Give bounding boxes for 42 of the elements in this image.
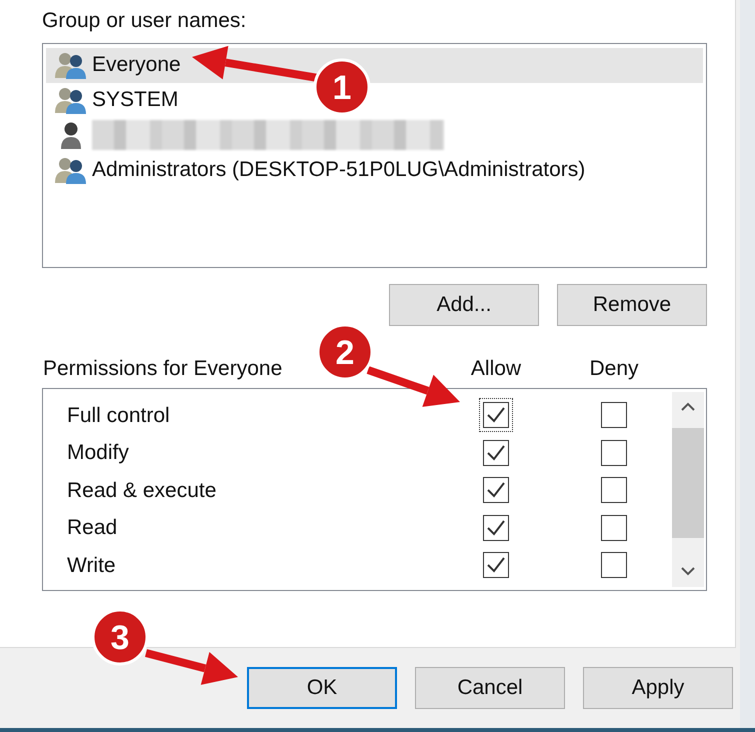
user-group-icon [54,51,88,79]
step-badge: 1 [314,58,370,116]
cancel-button[interactable]: Cancel [415,667,565,709]
column-header: Deny [589,356,639,382]
checkbox[interactable] [601,402,627,428]
checkmark-icon [486,518,506,538]
chevron-up-icon [681,402,695,411]
checkbox[interactable] [601,514,627,541]
checkbox[interactable] [483,514,509,541]
permissions-label: Permissions for Everyone [43,356,284,382]
checkmark-icon [486,405,506,426]
checkbox[interactable] [483,552,509,578]
checkbox[interactable] [601,552,627,578]
user-name: Administrators (DESKTOP-51P0LUG\Administrators) [92,157,586,184]
permission-name: Write [66,552,117,578]
scrollbar-thumb[interactable] [672,428,704,538]
chevron-down-icon [681,567,695,576]
remove-button[interactable]: Remove [557,284,707,326]
checkbox[interactable] [601,477,627,504]
ok-button[interactable]: OK [247,667,397,709]
step-badge: 2 [316,324,374,380]
checkmark-icon [486,480,506,500]
step-badge: 3 [92,608,148,666]
user-group-icon [54,86,88,114]
permission-name: Read & execute [66,478,218,504]
checkbox[interactable] [483,440,509,466]
checkmark-icon [486,442,506,463]
apply-button[interactable]: Apply [583,667,733,709]
checkbox[interactable] [601,440,627,466]
user-name: SYSTEM [92,87,178,114]
permission-name: Read [66,515,118,541]
user-group-icon [54,156,88,184]
group-label: Group or user names: [42,8,246,34]
user-list-item[interactable]: Administrators (DESKTOP-51P0LUG\Administrators) [46,152,586,188]
add-button[interactable]: Add... [389,284,539,326]
permission-name: Full control [66,402,171,428]
permission-name: Modify [66,440,130,466]
column-header: Allow [470,356,522,382]
checkmark-icon [486,555,506,576]
checkbox[interactable] [483,477,509,504]
user-list-item[interactable]: SYSTEM [46,82,178,118]
user-name: Everyone [92,52,181,78]
